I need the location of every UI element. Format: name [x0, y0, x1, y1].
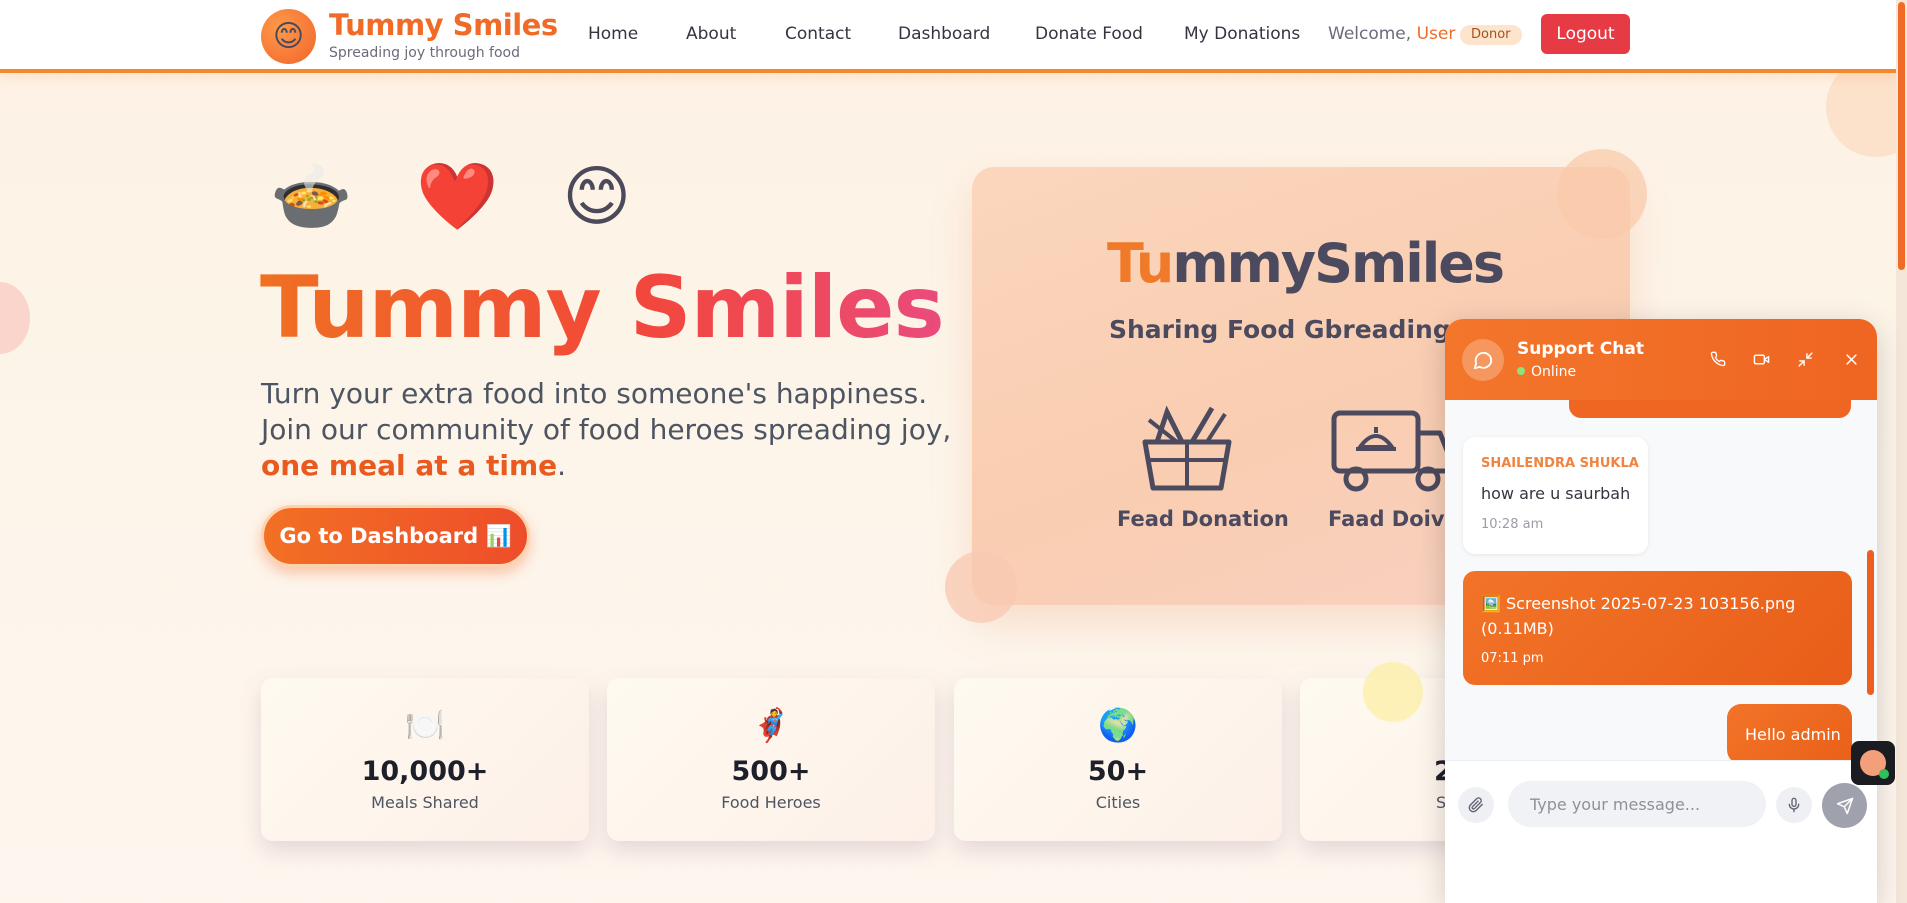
hero-text-line2: Join our community of food heroes spread… [261, 413, 952, 446]
minimize-icon[interactable] [1795, 349, 1815, 369]
superhero-icon: 🦸 [751, 707, 791, 743]
floating-widget-button[interactable] [1851, 741, 1895, 785]
message-text: 🖼️ Screenshot 2025-07-23 103156.png (0.1… [1481, 594, 1796, 638]
stat-value: 10,000+ [361, 756, 489, 787]
nav-donate-food[interactable]: Donate Food [1035, 24, 1143, 44]
decor-circle-card-bottom [945, 551, 1017, 623]
floating-widget-icon [1860, 750, 1889, 779]
stat-card-heroes: 🦸 500+ Food Heroes [607, 678, 935, 841]
chat-scrollbar-thumb[interactable] [1867, 550, 1874, 695]
role-badge: Donor [1460, 25, 1522, 45]
message-bubble-attachment[interactable]: 🖼️ Screenshot 2025-07-23 103156.png (0.1… [1463, 571, 1852, 685]
hero-emoji-row: 🍲 ❤️ 😊 [270, 158, 695, 236]
go-to-dashboard-button[interactable]: Go to Dashboard 📊 [261, 505, 530, 567]
card-logo: TummySmiles [1107, 232, 1505, 295]
stat-label: Meals Shared [371, 793, 479, 812]
message-text: how are u saurbah [1481, 484, 1631, 503]
decor-circle-yellow [1363, 662, 1423, 722]
decor-circle-card-top [1557, 149, 1647, 239]
hero-title: Tummy Smiles [260, 258, 945, 358]
chat-bubble-icon [1462, 339, 1504, 381]
hero-text-end: . [557, 449, 567, 482]
chat-input-bar [1445, 760, 1877, 903]
message-time: 07:11 pm [1481, 651, 1544, 666]
smile-emoji-icon: 😊 [562, 159, 662, 233]
page-scrollbar-thumb[interactable] [1898, 2, 1905, 270]
close-icon[interactable] [1841, 349, 1861, 369]
welcome-username: User [1416, 24, 1456, 44]
message-bubble-incoming: SHAILENDRA SHUKLA how are u saurbah 10:2… [1463, 437, 1648, 554]
stat-card-meals: 🍽️ 10,000+ Meals Shared [261, 678, 589, 841]
stat-value: 50+ [1087, 756, 1149, 787]
microphone-icon[interactable] [1776, 787, 1812, 823]
message-time: 10:28 am [1481, 517, 1544, 532]
hero-text-line1: Turn your extra food into someone's happ… [261, 377, 928, 410]
logo-icon[interactable]: 😊 [261, 9, 316, 64]
page-scrollbar[interactable] [1896, 0, 1907, 903]
decor-circle-left [0, 282, 30, 354]
top-navbar: 😊 Tummy Smiles Spreading joy through foo… [0, 0, 1896, 73]
message-sender: SHAILENDRA SHUKLA [1481, 456, 1639, 471]
nav-dashboard[interactable]: Dashboard [898, 24, 990, 44]
card-label-donation: Fead Donation [1117, 507, 1289, 531]
nav-my-donations[interactable]: My Donations [1184, 24, 1300, 44]
welcome-prefix: Welcome, [1328, 24, 1417, 44]
card-logo-u: Tu [1107, 232, 1174, 295]
chat-header: Support Chat Online [1445, 319, 1877, 400]
message-bubble-partial [1569, 400, 1851, 418]
stat-value: 500+ [731, 756, 811, 787]
logout-button[interactable]: Logout [1541, 14, 1630, 54]
plate-icon: 🍽️ [405, 707, 445, 743]
nav-home[interactable]: Home [588, 24, 638, 44]
chat-status-text: Online [1531, 364, 1577, 380]
hero-text-highlight: one meal at a time [261, 449, 558, 482]
stat-label: Food Heroes [721, 793, 821, 812]
video-call-icon[interactable] [1751, 349, 1771, 369]
delivery-truck-icon [1331, 410, 1450, 492]
card-logo-rest: mmySmiles [1172, 232, 1505, 295]
hero-description: Turn your extra food into someone's happ… [261, 376, 961, 484]
globe-icon: 🌍 [1098, 707, 1138, 743]
chat-title: Support Chat [1517, 339, 1644, 359]
online-dot-icon [1517, 367, 1525, 375]
brand-name[interactable]: Tummy Smiles [329, 8, 558, 42]
send-icon[interactable] [1822, 783, 1867, 828]
attach-icon[interactable] [1458, 787, 1494, 823]
welcome-text: Welcome, User [1328, 24, 1455, 44]
pot-emoji-icon: 🍲 [270, 159, 383, 233]
heart-emoji-icon: ❤️ [416, 159, 529, 233]
support-chat-widget: Support Chat Online SHAILENDRA SHUKLA ho… [1445, 319, 1877, 903]
food-basket-icon [1142, 405, 1232, 491]
chat-messages[interactable]: SHAILENDRA SHUKLA how are u saurbah 10:2… [1445, 400, 1877, 760]
message-bubble-outgoing: Hello admin [1727, 704, 1852, 760]
message-input[interactable] [1508, 781, 1766, 827]
chat-status: Online [1517, 364, 1576, 380]
stat-label: Cities [1095, 793, 1141, 812]
stat-card-cities: 🌍 50+ Cities [954, 678, 1282, 841]
phone-icon[interactable] [1708, 349, 1728, 369]
brand-tagline: Spreading joy through food [329, 45, 520, 61]
nav-about[interactable]: About [686, 24, 736, 44]
nav-contact[interactable]: Contact [785, 24, 851, 44]
